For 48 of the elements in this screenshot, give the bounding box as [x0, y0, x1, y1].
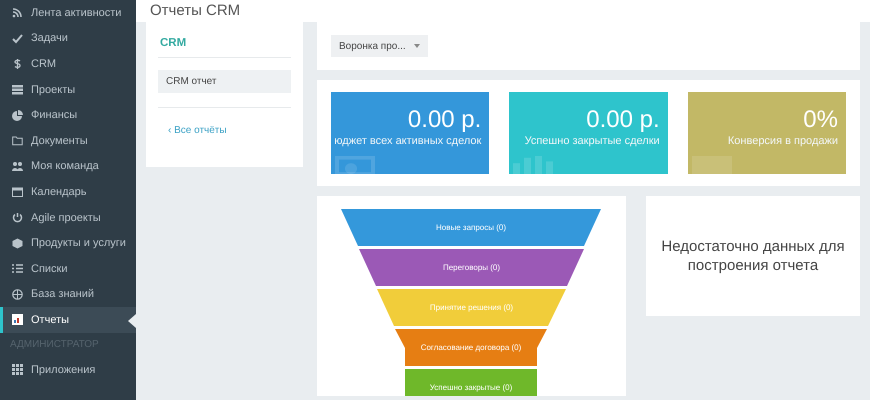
empty-message: Недостаточно данных для построения отчета	[660, 237, 846, 275]
funnel-stage: Принятие решения (0)	[377, 289, 566, 326]
watermark-icon	[692, 156, 732, 174]
stat-value: 0.00 р.	[408, 105, 482, 135]
funnel-stage: Согласование договора (0)	[395, 329, 547, 366]
calendar-icon	[12, 186, 23, 198]
sidebar-item[interactable]: Финансы	[0, 102, 136, 128]
page-title: Отчеты CRM	[150, 1, 242, 21]
cube-icon	[12, 238, 23, 249]
panel-title: CRM	[158, 34, 291, 58]
sidebar-item[interactable]: Проекты	[0, 76, 136, 102]
watermark-icon	[513, 156, 554, 174]
sidebar-item[interactable]: Документы	[0, 128, 136, 154]
sidebar-item[interactable]: Отчеты	[0, 307, 136, 333]
sidebar-item[interactable]: Agile проекты	[0, 204, 136, 230]
sidebar-item[interactable]: Моя команда	[0, 154, 136, 180]
grid-icon	[12, 364, 23, 376]
sidebar-item[interactable]: Лента активности	[0, 0, 136, 26]
stat-value: 0.00 р.	[586, 105, 660, 135]
sidebar-item[interactable]: CRM	[0, 51, 136, 77]
report-item[interactable]: CRM отчет	[158, 70, 291, 93]
check-icon	[12, 32, 23, 44]
sidebar-item[interactable]: Продукты и услуги	[0, 230, 136, 256]
dollar-icon	[12, 58, 23, 70]
bar-chart-icon	[12, 314, 23, 326]
report-dropdown[interactable]: Воронка про...	[331, 35, 428, 57]
folder-icon	[12, 135, 23, 146]
list-icon	[12, 84, 23, 96]
stat-label: Успешно закрытые сделки	[524, 135, 660, 147]
funnel-stage: Новые запросы (0)	[341, 209, 601, 246]
funnel-stage: Переговоры (0)	[359, 249, 584, 286]
sidebar-item[interactable]: Списки	[0, 256, 136, 282]
watermark-icon	[335, 156, 375, 174]
sidebar-item[interactable]: Приложения	[0, 356, 136, 382]
sidebar-item[interactable]: Задачи	[0, 26, 136, 52]
caret-icon	[414, 44, 420, 48]
funnel-stage: Успешно закрытые (0)	[405, 369, 537, 396]
pointer-icon	[128, 314, 136, 328]
list-icon	[12, 263, 23, 274]
users-icon	[12, 160, 23, 172]
globe-icon	[12, 288, 23, 300]
sidebar-item[interactable]: Календарь	[0, 179, 136, 205]
pie-chart-icon	[12, 110, 23, 121]
sidebar-item[interactable]: База знаний	[0, 282, 136, 308]
stat-label: юджет всех активных сделок	[334, 135, 482, 147]
rss-icon	[12, 7, 23, 18]
stat-label: Конверсия в продажи	[728, 135, 838, 147]
stat-value: 0%	[803, 105, 838, 135]
